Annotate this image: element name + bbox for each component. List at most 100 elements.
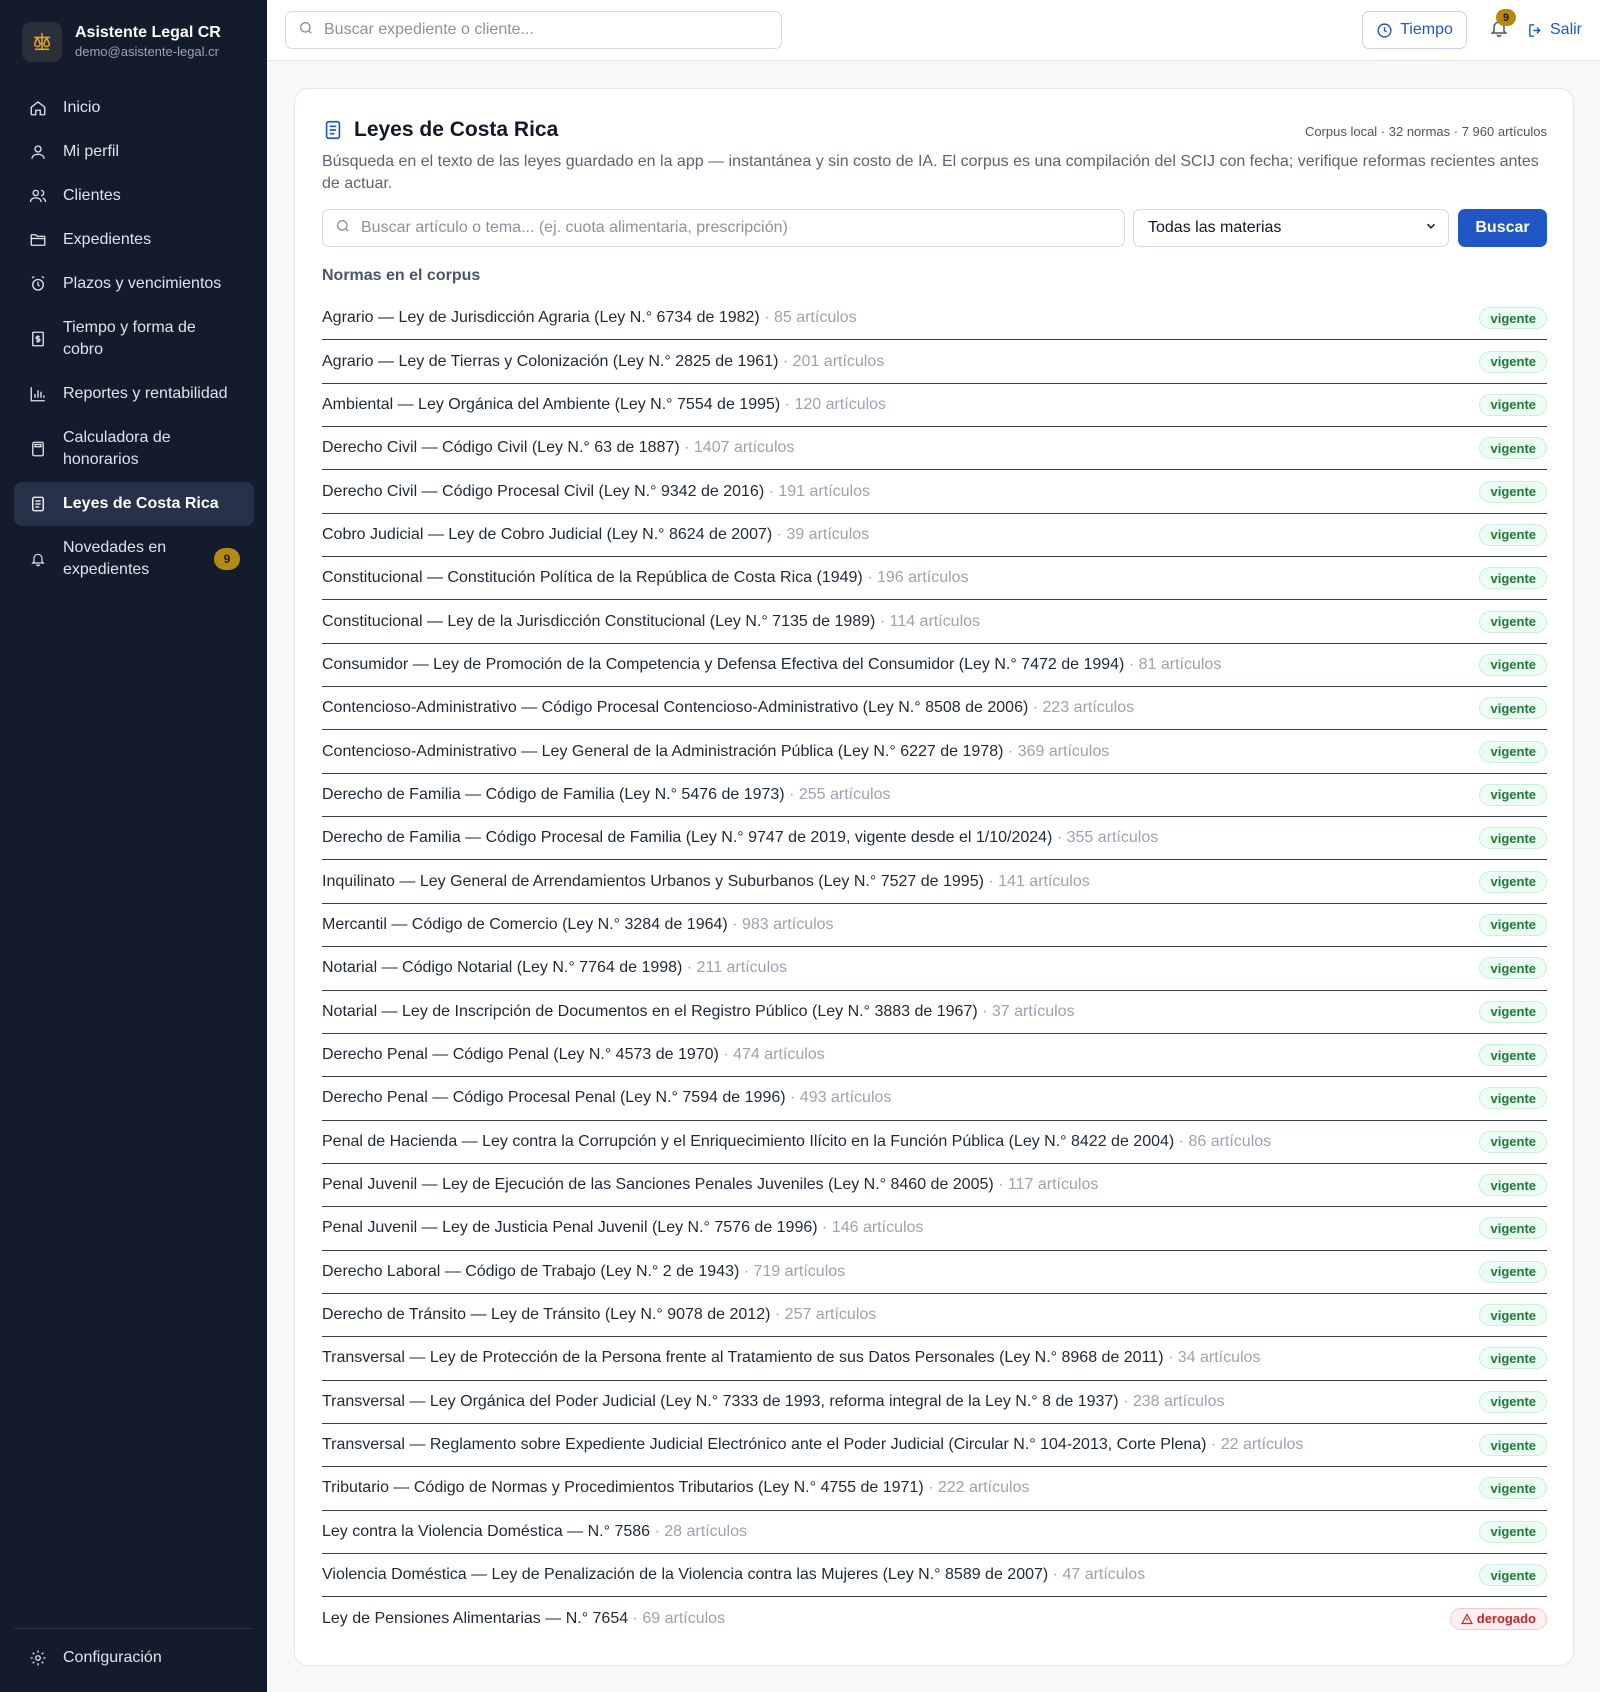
- law-row[interactable]: Derecho Laboral — Código de Trabajo (Ley…: [322, 1251, 1547, 1294]
- law-row[interactable]: Transversal — Ley de Protección de la Pe…: [322, 1337, 1547, 1381]
- status-badge: vigente: [1479, 567, 1547, 590]
- law-search-input[interactable]: [361, 219, 1124, 237]
- law-row[interactable]: Derecho Penal — Código Penal (Ley N.° 45…: [322, 1034, 1547, 1078]
- status-label: vigente: [1490, 527, 1536, 543]
- topbar: Tiempo 9 Salir: [267, 0, 1600, 61]
- law-row[interactable]: Ley contra la Violencia Doméstica — N.° …: [322, 1511, 1547, 1554]
- sidebar-item-leyes[interactable]: Leyes de Costa Rica: [14, 482, 254, 526]
- sidebar-item-label: Tiempo y forma de cobro: [63, 319, 196, 358]
- status-badge: derogado: [1449, 1607, 1547, 1630]
- law-row[interactable]: Constitucional — Ley de la Jurisdicción …: [322, 600, 1547, 644]
- law-row[interactable]: Inquilinato — Ley General de Arrendamien…: [322, 860, 1547, 904]
- document-icon: [28, 494, 48, 514]
- status-label: vigente: [1490, 397, 1536, 413]
- sidebar-item-tiempo-cobro[interactable]: Tiempo y forma de cobro: [14, 306, 254, 372]
- law-name: Ley de Pensiones Alimentarias — N.° 7654: [322, 1609, 629, 1627]
- law-row[interactable]: Notarial — Código Notarial (Ley N.° 7764…: [322, 947, 1547, 991]
- sidebar-item-reportes[interactable]: Reportes y rentabilidad: [14, 372, 254, 416]
- law-row[interactable]: Cobro Judicial — Ley de Cobro Judicial (…: [322, 514, 1547, 558]
- sidebar-item-configuracion[interactable]: Configuración: [14, 1636, 254, 1680]
- law-row[interactable]: Tributario — Código de Normas y Procedim…: [322, 1467, 1547, 1511]
- law-row[interactable]: Consumidor — Ley de Promoción de la Comp…: [322, 644, 1547, 688]
- materia-select[interactable]: Todas las materias: [1133, 209, 1449, 247]
- law-article-count: · 85 artículos: [764, 309, 857, 327]
- law-title: Consumidor — Ley de Promoción de la Comp…: [322, 656, 1221, 674]
- law-name: Agrario — Ley de Jurisdicción Agraria (L…: [322, 309, 760, 327]
- status-badge: vigente: [1479, 1347, 1547, 1370]
- law-name: Derecho Penal — Código Procesal Penal (L…: [322, 1089, 786, 1107]
- status-badge: vigente: [1479, 870, 1547, 893]
- law-title: Ambiental — Ley Orgánica del Ambiente (L…: [322, 396, 886, 414]
- status-label: vigente: [1490, 1437, 1536, 1453]
- law-row[interactable]: Ambiental — Ley Orgánica del Ambiente (L…: [322, 384, 1547, 428]
- law-article-count: · 719 artículos: [743, 1262, 846, 1280]
- global-search[interactable]: [285, 11, 782, 49]
- law-title: Tributario — Código de Normas y Procedim…: [322, 1479, 1029, 1497]
- logout-button[interactable]: Salir: [1527, 17, 1582, 43]
- sidebar-item-calculadora[interactable]: Calculadora de honorarios: [14, 416, 254, 482]
- law-row[interactable]: Transversal — Ley Orgánica del Poder Jud…: [322, 1381, 1547, 1424]
- law-row[interactable]: Penal Juvenil — Ley de Ejecución de las …: [322, 1164, 1547, 1208]
- law-article-count: · 474 artículos: [723, 1046, 825, 1064]
- law-row[interactable]: Contencioso-Administrativo — Código Proc…: [322, 687, 1547, 731]
- status-label: vigente: [1490, 1177, 1536, 1193]
- status-label: vigente: [1490, 744, 1536, 760]
- law-title: Derecho Civil — Código Civil (Ley N.° 63…: [322, 439, 794, 457]
- law-row[interactable]: Notarial — Ley de Inscripción de Documen…: [322, 991, 1547, 1034]
- search-button[interactable]: Buscar: [1458, 209, 1547, 247]
- global-search-input[interactable]: [324, 21, 781, 39]
- status-badge: vigente: [1479, 1477, 1547, 1500]
- status-badge: vigente: [1479, 1260, 1547, 1283]
- status-badge: vigente: [1479, 393, 1547, 416]
- law-row[interactable]: Derecho de Familia — Código Procesal de …: [322, 817, 1547, 861]
- law-name: Derecho Laboral — Código de Trabajo (Ley…: [322, 1262, 740, 1280]
- law-row[interactable]: Derecho Civil — Código Civil (Ley N.° 63…: [322, 427, 1547, 471]
- time-button[interactable]: Tiempo: [1362, 11, 1467, 49]
- law-search[interactable]: [322, 209, 1125, 247]
- list-heading: Normas en el corpus: [322, 267, 481, 284]
- law-row[interactable]: Derecho de Tránsito — Ley de Tránsito (L…: [322, 1294, 1547, 1338]
- sidebar-nav: Inicio Mi perfil Clientes Expedientes Pl…: [14, 86, 254, 592]
- law-name: Notarial — Código Notarial (Ley N.° 7764…: [322, 959, 683, 977]
- sidebar-item-plazos[interactable]: Plazos y vencimientos: [14, 262, 254, 306]
- status-badge: vigente: [1479, 783, 1547, 806]
- status-label: vigente: [1490, 1134, 1536, 1150]
- sidebar-item-clientes[interactable]: Clientes: [14, 174, 254, 218]
- sidebar-item-novedades[interactable]: Novedades en expedientes 9: [14, 526, 254, 592]
- laws-card: Leyes de Costa Rica Corpus local · 32 no…: [294, 88, 1574, 1666]
- law-name: Penal de Hacienda — Ley contra la Corrup…: [322, 1132, 1175, 1150]
- law-article-count: · 114 artículos: [879, 612, 981, 630]
- law-row[interactable]: Penal de Hacienda — Ley contra la Corrup…: [322, 1121, 1547, 1164]
- law-row[interactable]: Ley de Pensiones Alimentarias — N.° 7654…: [322, 1597, 1547, 1640]
- law-row[interactable]: Transversal — Reglamento sobre Expedient…: [322, 1424, 1547, 1468]
- law-row[interactable]: Derecho Civil — Código Procesal Civil (L…: [322, 470, 1547, 514]
- status-badge: vigente: [1479, 1390, 1547, 1413]
- status-badge: vigente: [1479, 523, 1547, 546]
- law-article-count: · 1407 artículos: [684, 439, 795, 457]
- sidebar-item-expedientes[interactable]: Expedientes: [14, 218, 254, 262]
- materia-selected-value: Todas las materias: [1148, 219, 1282, 236]
- sidebar-item-inicio[interactable]: Inicio: [14, 86, 254, 130]
- law-name: Inquilinato — Ley General de Arrendamien…: [322, 872, 984, 890]
- law-name: Derecho Penal — Código Penal (Ley N.° 45…: [322, 1046, 719, 1064]
- law-article-count: · 369 artículos: [1007, 742, 1110, 760]
- sidebar-item-label: Configuración: [63, 1649, 162, 1666]
- sidebar-item-mi-perfil[interactable]: Mi perfil: [14, 130, 254, 174]
- sidebar: Asistente Legal CR demo@asistente-legal.…: [0, 0, 267, 1692]
- law-row[interactable]: Mercantil — Código de Comercio (Ley N.° …: [322, 904, 1547, 948]
- law-row[interactable]: Agrario — Ley de Tierras y Colonización …: [322, 340, 1547, 384]
- law-row[interactable]: Agrario — Ley de Jurisdicción Agraria (L…: [322, 297, 1547, 341]
- law-row[interactable]: Derecho Penal — Código Procesal Penal (L…: [322, 1077, 1547, 1121]
- law-row[interactable]: Constitucional — Constitución Política d…: [322, 557, 1547, 601]
- page-title: Leyes de Costa Rica: [354, 118, 559, 141]
- law-row[interactable]: Derecho de Familia — Código de Familia (…: [322, 774, 1547, 818]
- status-badge: vigente: [1479, 1087, 1547, 1110]
- law-row[interactable]: Violencia Doméstica — Ley de Penalizació…: [322, 1554, 1547, 1598]
- law-name: Violencia Doméstica — Ley de Penalizació…: [322, 1566, 1049, 1584]
- law-name: Derecho Civil — Código Procesal Civil (L…: [322, 482, 765, 500]
- law-row[interactable]: Penal Juvenil — Ley de Justicia Penal Ju…: [322, 1207, 1547, 1251]
- law-title: Derecho Penal — Código Procesal Penal (L…: [322, 1089, 891, 1107]
- law-row[interactable]: Contencioso-Administrativo — Ley General…: [322, 730, 1547, 774]
- law-name: Ley contra la Violencia Doméstica — N.° …: [322, 1522, 651, 1540]
- status-badge: vigente: [1479, 1564, 1547, 1587]
